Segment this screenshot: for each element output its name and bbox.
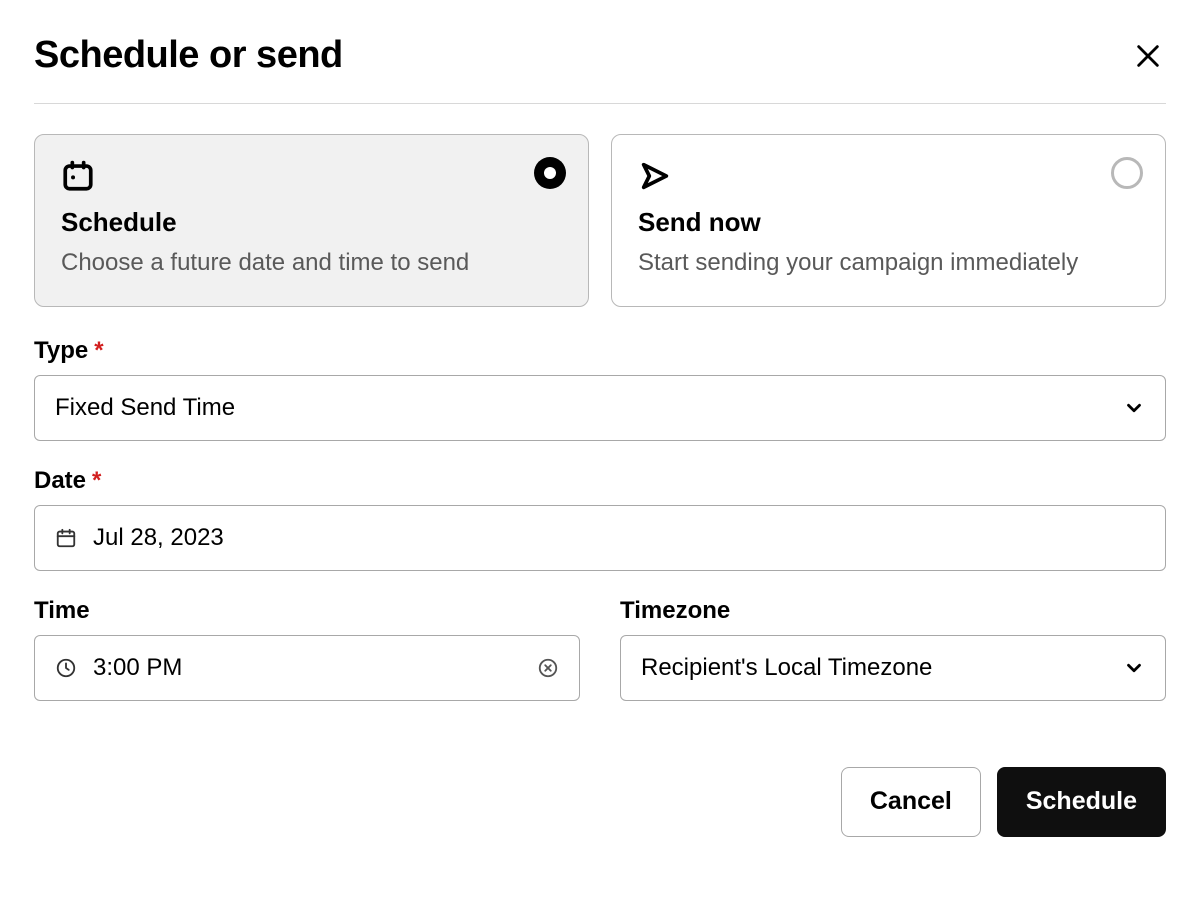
field-time: Time 3:00 PM bbox=[34, 597, 580, 701]
calendar-icon bbox=[55, 527, 77, 549]
date-value: Jul 28, 2023 bbox=[93, 524, 224, 552]
schedule-button[interactable]: Schedule bbox=[997, 767, 1166, 837]
time-label: Time bbox=[34, 597, 580, 625]
required-indicator: * bbox=[94, 337, 103, 364]
option-send-now-title: Send now bbox=[638, 207, 1139, 238]
type-select[interactable]: Fixed Send Time bbox=[34, 375, 1166, 441]
send-icon bbox=[638, 159, 1139, 193]
required-indicator: * bbox=[92, 467, 101, 494]
option-send-now-desc: Start sending your campaign immediately bbox=[638, 246, 1139, 280]
date-label: Date* bbox=[34, 467, 1166, 495]
timezone-value: Recipient's Local Timezone bbox=[641, 654, 932, 682]
radio-unchecked-icon bbox=[1111, 157, 1143, 189]
option-send-now[interactable]: Send now Start sending your campaign imm… bbox=[611, 134, 1166, 307]
field-date: Date* Jul 28, 2023 bbox=[34, 467, 1166, 571]
close-button[interactable] bbox=[1130, 38, 1166, 74]
field-type: Type* Fixed Send Time bbox=[34, 337, 1166, 441]
timezone-select[interactable]: Recipient's Local Timezone bbox=[620, 635, 1166, 701]
type-label: Type* bbox=[34, 337, 1166, 365]
dialog-footer: Cancel Schedule bbox=[34, 767, 1166, 837]
dialog-title: Schedule or send bbox=[34, 34, 343, 77]
chevron-down-icon bbox=[1123, 657, 1145, 679]
chevron-down-icon bbox=[1123, 397, 1145, 419]
close-icon bbox=[1134, 42, 1162, 70]
option-schedule-desc: Choose a future date and time to send bbox=[61, 246, 562, 280]
time-input[interactable]: 3:00 PM bbox=[34, 635, 580, 701]
dialog-header: Schedule or send bbox=[34, 34, 1166, 104]
option-schedule-title: Schedule bbox=[61, 207, 562, 238]
option-schedule[interactable]: Schedule Choose a future date and time t… bbox=[34, 134, 589, 307]
radio-checked-icon bbox=[534, 157, 566, 189]
time-value: 3:00 PM bbox=[93, 654, 182, 682]
field-timezone: Timezone Recipient's Local Timezone bbox=[620, 597, 1166, 701]
timezone-label: Timezone bbox=[620, 597, 1166, 625]
cancel-button[interactable]: Cancel bbox=[841, 767, 981, 837]
type-value: Fixed Send Time bbox=[55, 394, 235, 422]
clock-icon bbox=[55, 657, 77, 679]
calendar-icon bbox=[61, 159, 562, 193]
send-mode-options: Schedule Choose a future date and time t… bbox=[34, 134, 1166, 307]
clear-icon[interactable] bbox=[537, 657, 559, 679]
date-input[interactable]: Jul 28, 2023 bbox=[34, 505, 1166, 571]
